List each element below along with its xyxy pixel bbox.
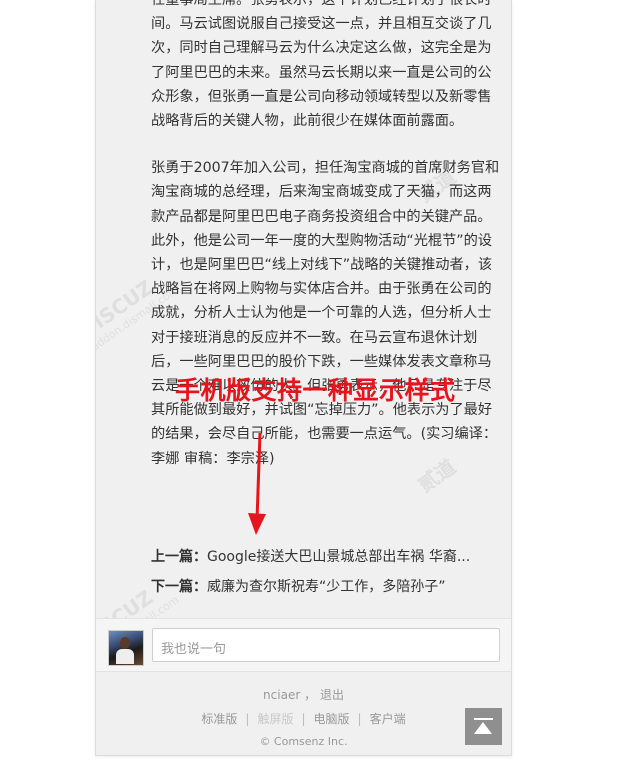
link-separator: | [301, 712, 306, 726]
prev-article-link[interactable]: 上一篇：Google接送大巴山景城总部出车祸 华裔... [151, 546, 501, 566]
article-paragraph: 张勇于2007年加入公司，担任淘宝商城的首席财务官和淘宝商城的总经理，后来淘宝商… [151, 160, 500, 467]
annotation-arrow-icon [248, 432, 266, 535]
divider [96, 671, 511, 672]
back-to-top-button[interactable] [465, 708, 502, 745]
comment-input[interactable]: 我也说一句 [152, 628, 500, 662]
link-separator: | [245, 712, 250, 726]
link-desktop[interactable]: 电脑版 [314, 712, 350, 726]
back-to-top-icon [474, 718, 493, 720]
link-standard[interactable]: 标准版 [201, 712, 237, 726]
prev-label: 上一篇： [151, 549, 207, 565]
next-title[interactable]: 威廉为查尔斯祝寿“少工作，多陪孙子” [207, 579, 446, 595]
logout-link[interactable]: 退出 [320, 688, 344, 702]
prev-title[interactable]: Google接送大巴山景城总部出车祸 华裔... [207, 549, 470, 565]
username-link[interactable]: nciaer [263, 688, 300, 702]
back-to-top-icon [474, 722, 492, 734]
comment-bar: 我也说一句 [96, 619, 511, 671]
next-label: 下一篇： [151, 579, 207, 595]
user-separator: ， [304, 688, 317, 702]
link-separator: | [357, 712, 362, 726]
link-client[interactable]: 客户端 [370, 712, 406, 726]
avatar[interactable] [108, 630, 144, 666]
link-touch[interactable]: 触屏版 [257, 712, 293, 726]
copyright: © Comsenz Inc. [259, 735, 348, 748]
footer-links: 标准版 | 触屏版 | 电脑版 | 客户端 [96, 710, 511, 727]
footer-user-line: nciaer ， 退出 [96, 686, 511, 703]
article-paragraph: 任董事局主席。张勇表示，这个计划已经计划了很长时间。马云试图说服自己接受这一点，… [151, 0, 492, 130]
annotation-text: 手机版支持一种显示样式 [175, 376, 456, 405]
next-article-link[interactable]: 下一篇：威廉为查尔斯祝寿“少工作，多陪孙子” [151, 576, 501, 596]
